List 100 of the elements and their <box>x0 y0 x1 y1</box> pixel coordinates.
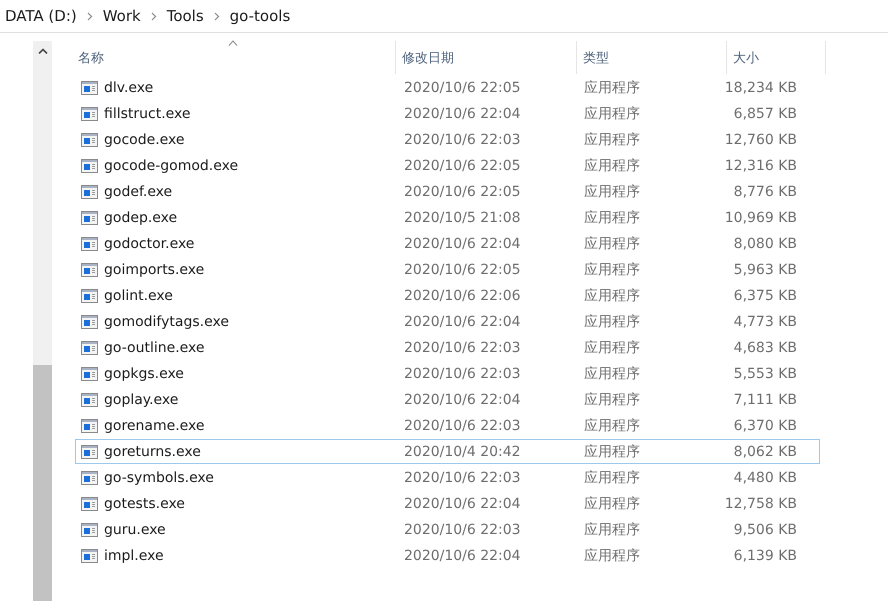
file-name: fillstruct.exe <box>104 106 190 122</box>
file-size: 5,553 KB <box>732 366 797 382</box>
file-type: 应用程序 <box>583 546 641 564</box>
file-type: 应用程序 <box>583 338 641 356</box>
file-name: gocode-gomod.exe <box>104 158 238 174</box>
file-row[interactable]: godep.exe 2020/10/5 21:08 应用程序 10,969 KB <box>75 205 820 230</box>
file-name: gocode.exe <box>104 132 184 148</box>
file-row[interactable]: gorename.exe 2020/10/6 22:03 应用程序 6,370 KB <box>75 413 820 438</box>
modified-date: 2020/10/6 22:05 <box>403 158 522 174</box>
application-icon <box>81 548 98 562</box>
application-icon <box>81 470 98 484</box>
modified-date: 2020/10/6 22:03 <box>403 522 522 538</box>
chevron-icon <box>214 12 220 20</box>
application-icon <box>81 392 98 406</box>
column-header[interactable]: 类型 <box>577 41 727 74</box>
application-icon <box>81 444 98 458</box>
file-name: gopkgs.exe <box>104 366 184 382</box>
column-header[interactable]: 修改日期 <box>396 41 577 74</box>
file-row[interactable]: gocode-gomod.exe 2020/10/6 22:05 应用程序 12,316 KB <box>75 153 820 178</box>
file-size: 4,480 KB <box>732 470 797 486</box>
application-icon <box>81 210 98 224</box>
file-row[interactable]: go-outline.exe 2020/10/6 22:03 应用程序 4,683 KB <box>75 335 820 360</box>
file-type: 应用程序 <box>583 234 641 252</box>
modified-date: 2020/10/6 22:04 <box>403 496 522 512</box>
file-row[interactable]: godef.exe 2020/10/6 22:05 应用程序 8,776 KB <box>75 179 820 204</box>
file-row[interactable]: guru.exe 2020/10/6 22:03 应用程序 9,506 KB <box>75 517 820 542</box>
column-header[interactable]: 大小 <box>727 41 826 74</box>
file-name: godef.exe <box>104 184 172 200</box>
file-type: 应用程序 <box>583 416 641 434</box>
breadcrumb-item[interactable]: Tools <box>166 7 204 25</box>
application-icon <box>81 522 98 536</box>
breadcrumb-item[interactable]: go-tools <box>230 7 290 25</box>
file-row[interactable]: godoctor.exe 2020/10/6 22:04 应用程序 8,080 KB <box>75 231 820 256</box>
file-size: 6,370 KB <box>732 418 797 434</box>
breadcrumb-item[interactable]: Work <box>102 7 141 25</box>
file-name: goreturns.exe <box>104 444 201 460</box>
file-row[interactable]: golint.exe 2020/10/6 22:06 应用程序 6,375 KB <box>75 283 820 308</box>
file-row[interactable]: gomodifytags.exe 2020/10/6 22:04 应用程序 4,773 KB <box>75 309 820 334</box>
file-row[interactable]: dlv.exe 2020/10/6 22:05 应用程序 18,234 KB <box>75 75 820 100</box>
file-size: 8,062 KB <box>732 444 797 460</box>
scroll-thumb[interactable] <box>33 365 52 601</box>
file-row[interactable]: goimports.exe 2020/10/6 22:05 应用程序 5,963 KB <box>75 257 820 282</box>
file-name: gorename.exe <box>104 418 205 434</box>
application-icon <box>81 418 98 432</box>
modified-date: 2020/10/6 22:03 <box>403 470 522 486</box>
file-type: 应用程序 <box>583 78 641 96</box>
modified-date: 2020/10/5 21:08 <box>403 210 522 226</box>
file-type: 应用程序 <box>583 520 641 538</box>
scroll-up-icon[interactable] <box>38 48 48 54</box>
file-size: 12,760 KB <box>724 132 797 148</box>
file-size: 12,758 KB <box>724 496 797 512</box>
file-size: 4,683 KB <box>732 340 797 356</box>
modified-date: 2020/10/4 20:42 <box>403 444 522 460</box>
application-icon <box>81 496 98 510</box>
file-size: 18,234 KB <box>724 80 797 96</box>
application-icon <box>81 158 98 172</box>
column-header[interactable]: 名称 <box>75 41 396 74</box>
scrollbar[interactable] <box>33 41 52 601</box>
application-icon <box>81 314 98 328</box>
file-name: go-outline.exe <box>104 340 205 356</box>
file-size: 7,111 KB <box>732 392 797 408</box>
application-icon <box>81 262 98 276</box>
application-icon <box>81 106 98 120</box>
file-size: 10,969 KB <box>724 210 797 226</box>
application-icon <box>81 80 98 94</box>
file-name: godep.exe <box>104 210 178 226</box>
file-size: 8,080 KB <box>732 236 797 252</box>
file-name: godoctor.exe <box>104 236 194 252</box>
file-size: 4,773 KB <box>732 314 797 330</box>
sort-icon[interactable] <box>228 40 238 46</box>
file-size: 8,776 KB <box>732 184 797 200</box>
file-name: guru.exe <box>104 522 166 538</box>
file-size: 12,316 KB <box>724 158 797 174</box>
modified-date: 2020/10/6 22:05 <box>403 184 522 200</box>
file-size: 6,375 KB <box>732 288 797 304</box>
file-row[interactable]: impl.exe 2020/10/6 22:04 应用程序 6,139 KB <box>75 543 820 568</box>
application-icon <box>81 184 98 198</box>
file-row[interactable]: gopkgs.exe 2020/10/6 22:03 应用程序 5,553 KB <box>75 361 820 386</box>
application-icon <box>81 340 98 354</box>
file-size: 6,857 KB <box>732 106 797 122</box>
file-type: 应用程序 <box>583 312 641 330</box>
file-row[interactable]: gotests.exe 2020/10/6 22:04 应用程序 12,758 KB <box>75 491 820 516</box>
file-type: 应用程序 <box>583 286 641 304</box>
file-row[interactable]: goplay.exe 2020/10/6 22:04 应用程序 7,111 KB <box>75 387 820 412</box>
modified-date: 2020/10/6 22:03 <box>403 132 522 148</box>
file-row[interactable]: fillstruct.exe 2020/10/6 22:04 应用程序 6,857 KB <box>75 101 820 126</box>
file-row[interactable]: goreturns.exe 2020/10/4 20:42 应用程序 8,062 KB <box>75 439 820 464</box>
file-row[interactable]: go-symbols.exe 2020/10/6 22:03 应用程序 4,480 KB <box>75 465 820 490</box>
file-name: dlv.exe <box>104 80 154 96</box>
file-type: 应用程序 <box>583 130 641 148</box>
file-row[interactable]: gocode.exe 2020/10/6 22:03 应用程序 12,760 KB <box>75 127 820 152</box>
modified-date: 2020/10/6 22:04 <box>403 548 522 564</box>
file-type: 应用程序 <box>583 182 641 200</box>
file-size: 6,139 KB <box>732 548 797 564</box>
file-type: 应用程序 <box>583 208 641 226</box>
application-icon <box>81 366 98 380</box>
file-size: 5,963 KB <box>732 262 797 278</box>
breadcrumb-item[interactable]: DATA (D:) <box>5 7 77 25</box>
file-name: impl.exe <box>104 548 164 564</box>
modified-date: 2020/10/6 22:03 <box>403 340 522 356</box>
